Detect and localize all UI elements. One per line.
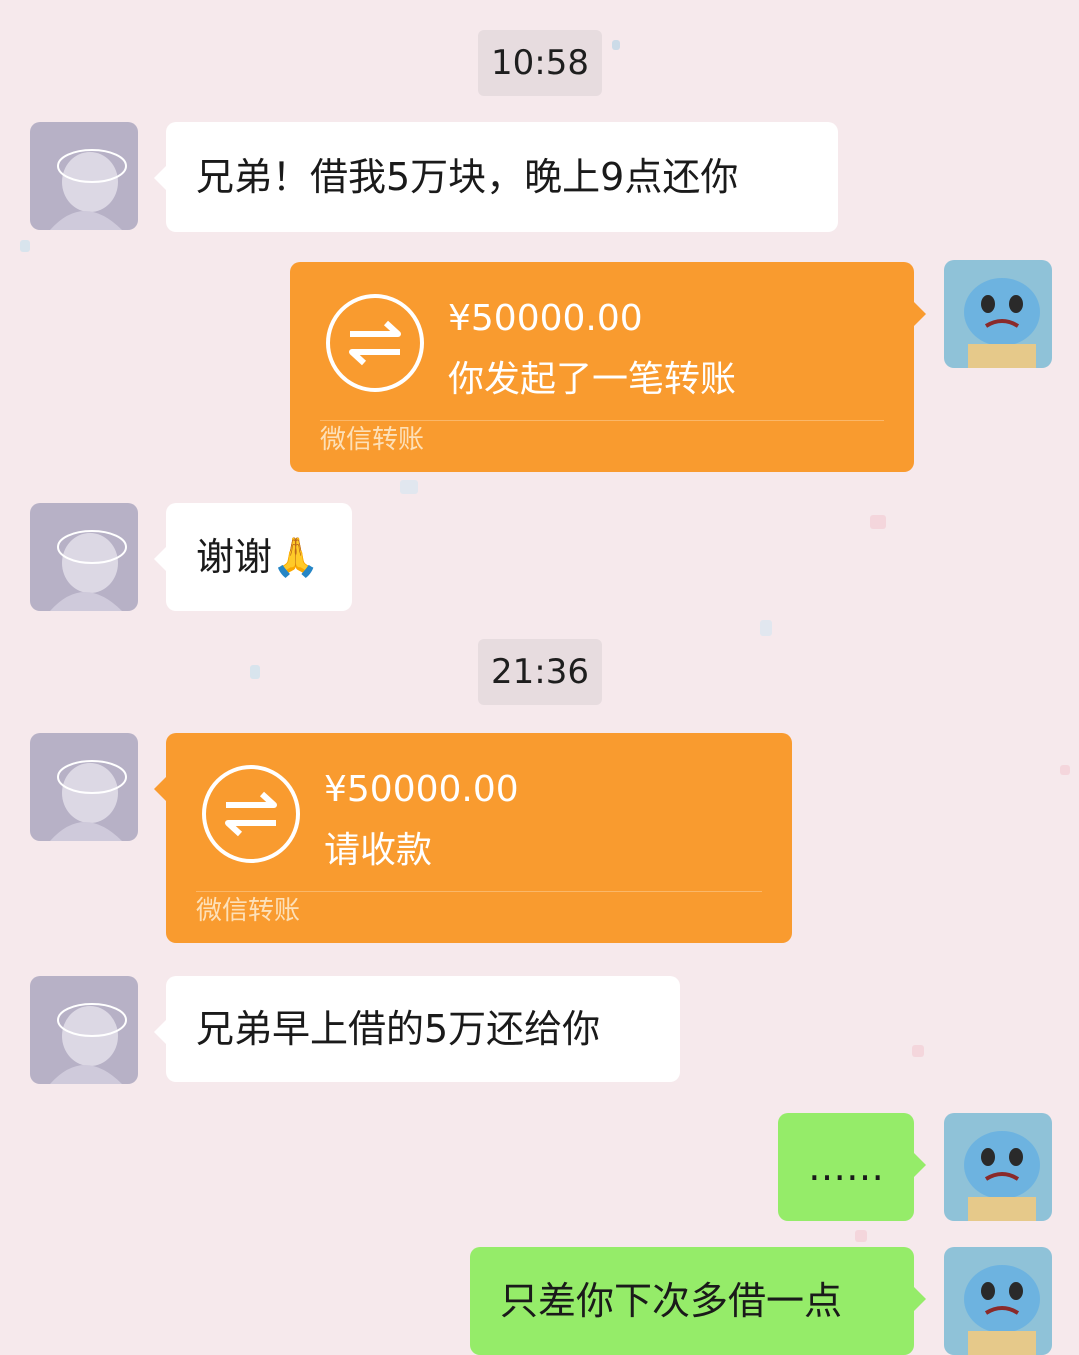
- message-bubble-incoming[interactable]: 兄弟早上借的5万还给你: [154, 976, 680, 1082]
- message-text: 谢谢🙏: [196, 535, 320, 579]
- friend-avatar[interactable]: [30, 733, 138, 841]
- message-bubble-incoming[interactable]: 谢谢🙏: [154, 503, 352, 611]
- transfer-description: 你发起了一笔转账: [448, 359, 737, 400]
- background-decoration: [855, 1230, 867, 1242]
- background-decoration: [400, 480, 418, 494]
- transfer-card-outgoing[interactable]: ¥50000.00 你发起了一笔转账 微信转账: [290, 262, 926, 472]
- friend-avatar[interactable]: [30, 976, 138, 1084]
- message-text: ……: [808, 1145, 884, 1189]
- my-avatar[interactable]: [944, 1113, 1052, 1221]
- transfer-footer: 微信转账: [196, 896, 301, 926]
- background-decoration: [870, 515, 886, 529]
- transfer-footer: 微信转账: [320, 425, 425, 455]
- background-decoration: [1060, 765, 1070, 775]
- message-bubble-incoming[interactable]: 兄弟！借我5万块，晚上9点还你: [154, 122, 838, 232]
- friend-avatar[interactable]: [30, 503, 138, 611]
- my-avatar[interactable]: [944, 1247, 1052, 1355]
- background-decoration: [250, 665, 260, 679]
- transfer-arrows-icon: [202, 765, 300, 863]
- transfer-amount: ¥50000.00: [324, 769, 519, 810]
- friend-avatar[interactable]: [30, 122, 138, 230]
- background-decoration: [612, 40, 620, 50]
- transfer-arrows-icon: [326, 294, 424, 392]
- background-decoration: [760, 620, 772, 636]
- message-bubble-outgoing[interactable]: 只差你下次多借一点: [470, 1247, 926, 1355]
- message-text: 兄弟！借我5万块，晚上9点还你: [196, 155, 739, 199]
- transfer-card-incoming[interactable]: ¥50000.00 请收款 微信转账: [154, 733, 792, 943]
- background-decoration: [912, 1045, 924, 1057]
- my-avatar[interactable]: [944, 260, 1052, 368]
- transfer-description: 请收款: [324, 830, 433, 871]
- chat-timestamp: 10:58: [478, 30, 602, 96]
- message-text: 兄弟早上借的5万还给你: [196, 1007, 601, 1051]
- transfer-amount: ¥50000.00: [448, 298, 643, 339]
- background-decoration: [20, 240, 30, 252]
- chat-timestamp: 21:36: [478, 639, 602, 705]
- message-bubble-outgoing[interactable]: ……: [778, 1113, 926, 1221]
- message-text: 只差你下次多借一点: [500, 1279, 843, 1323]
